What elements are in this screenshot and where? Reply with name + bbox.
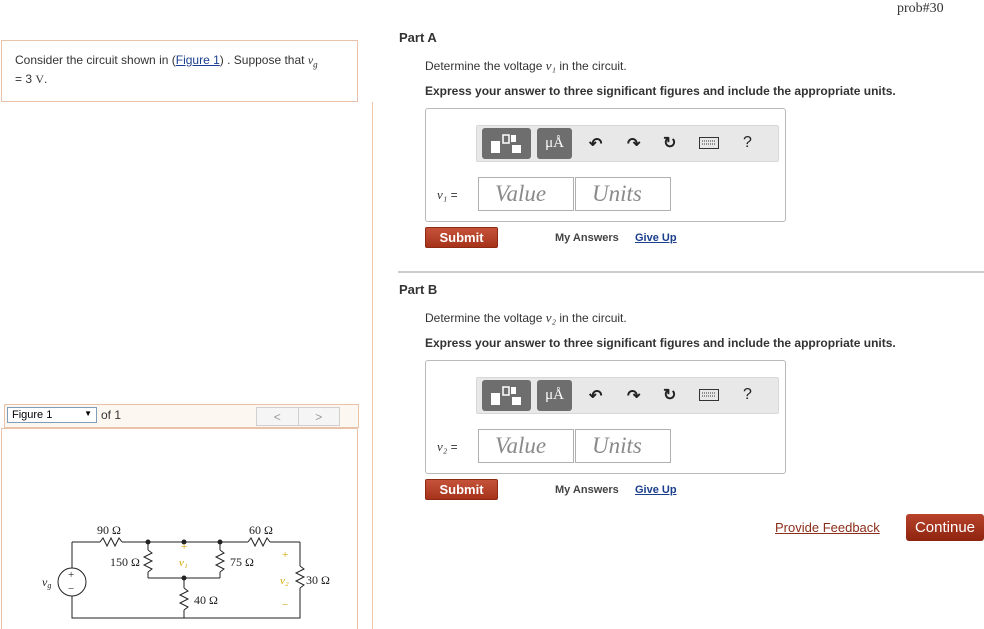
part-b-question-var: v₂ <box>545 310 557 325</box>
intro-period: . <box>44 72 48 87</box>
reset-icon[interactable]: ↻ <box>663 133 676 153</box>
redo-icon[interactable]: ↷ <box>627 134 640 154</box>
part-a-my-answers[interactable]: My Answers <box>555 232 619 244</box>
part-b-eq: = <box>447 440 458 454</box>
part-a-title: Part A <box>399 30 437 45</box>
part-b-submit-button[interactable]: Submit <box>425 479 498 500</box>
part-a-question: Determine the voltage v₁ in the circuit. <box>425 58 627 74</box>
resistor-75-label: 75 Ω <box>230 555 254 569</box>
part-a-units-input[interactable]: Units <box>575 177 671 211</box>
part-b-title: Part B <box>399 282 438 297</box>
intro-text-after: ) . Suppose that <box>219 53 308 67</box>
source-label: vg <box>42 575 51 590</box>
part-b-toolbar: μÅ ↶ ↷ ↻ ? <box>476 377 779 414</box>
v2-minus: − <box>282 599 288 611</box>
part-b-value-input[interactable]: Value <box>478 429 574 463</box>
part-a-question-var: v₁ <box>545 58 557 73</box>
v2-plus: + <box>282 549 288 561</box>
resistor-60-label: 60 Ω <box>249 523 273 537</box>
figure-link[interactable]: Figure 1 <box>176 53 220 67</box>
part-a-submit-button[interactable]: Submit <box>425 227 498 248</box>
resistor-30-label: 30 Ω <box>306 573 330 587</box>
intro-value: = 3 <box>15 72 36 87</box>
part-b-answer-box: μÅ ↶ ↷ ↻ ? v₂ = Value Units <box>425 360 786 474</box>
help-icon[interactable]: ? <box>743 134 752 152</box>
part-b-my-answers[interactable]: My Answers <box>555 484 619 496</box>
part-a-give-up[interactable]: Give Up <box>635 232 677 244</box>
units-button[interactable]: μÅ <box>537 128 572 159</box>
part-a-value-input[interactable]: Value <box>478 177 574 211</box>
resistor-40-label: 40 Ω <box>194 593 218 607</box>
part-b-units-input[interactable]: Units <box>575 429 671 463</box>
undo-icon[interactable]: ↶ <box>589 134 602 154</box>
next-figure-button[interactable]: > <box>297 408 340 425</box>
template-glyph <box>490 385 521 405</box>
circuit-diagram: 90 Ω 60 Ω 150 Ω 75 Ω 40 Ω 30 Ω vg + − + … <box>42 523 330 619</box>
units-button[interactable]: μÅ <box>537 380 572 411</box>
v1-plus: + <box>181 541 187 553</box>
redo-icon[interactable]: ↷ <box>627 386 640 406</box>
figure-select-value: Figure 1 <box>12 409 53 421</box>
intro-text: Consider the circuit shown in ( <box>15 53 176 67</box>
template-icon[interactable] <box>482 380 531 411</box>
template-icon[interactable] <box>482 128 531 159</box>
part-separator <box>398 271 984 273</box>
template-glyph <box>490 133 521 153</box>
part-a-question-end: in the circuit. <box>556 59 627 73</box>
figure-count: of 1 <box>101 408 122 422</box>
source-plus: + <box>68 569 74 581</box>
part-a-toolbar: μÅ ↶ ↷ ↻ ? <box>476 125 779 162</box>
help-icon[interactable]: ? <box>743 386 752 404</box>
figure-select[interactable]: Figure 1 ▼ <box>7 407 97 423</box>
part-b-instructions: Express your answer to three significant… <box>425 336 896 350</box>
intro-unit: V <box>35 72 45 87</box>
keyboard-icon[interactable] <box>699 136 719 154</box>
part-b-var: v₂ <box>437 439 448 454</box>
part-b-give-up[interactable]: Give Up <box>635 484 677 496</box>
reset-icon[interactable]: ↻ <box>663 385 676 405</box>
resistor-150-label: 150 Ω <box>110 555 140 569</box>
resistor-90-label: 90 Ω <box>97 523 121 537</box>
part-a-instructions: Express your answer to three significant… <box>425 84 896 98</box>
keyboard-glyph <box>699 389 719 401</box>
part-a-var: v₁ <box>437 187 448 202</box>
v2-label: v₂ <box>280 575 289 587</box>
undo-icon[interactable]: ↶ <box>589 386 602 406</box>
provide-feedback-link[interactable]: Provide Feedback <box>775 520 880 535</box>
keyboard-glyph <box>699 137 719 149</box>
part-a-var-label: v₁ = <box>437 187 458 203</box>
intro-var-sub: g <box>313 59 318 70</box>
part-a-answer-box: μÅ ↶ ↷ ↻ ? v₁ = Value Units <box>425 108 786 222</box>
problem-intro: Consider the circuit shown in (Figure 1)… <box>1 40 358 102</box>
part-a-eq: = <box>447 188 458 202</box>
source-minus: − <box>68 583 74 595</box>
figure-pager: < > <box>256 407 340 426</box>
part-b-var-label: v₂ = <box>437 439 458 455</box>
continue-button[interactable]: Continue <box>906 514 984 541</box>
part-b-question: Determine the voltage v₂ in the circuit. <box>425 310 627 326</box>
part-a-question-text: Determine the voltage <box>425 59 546 73</box>
keyboard-icon[interactable] <box>699 388 719 406</box>
v1-label: v₁ <box>179 557 188 569</box>
problem-id: prob#30 <box>897 1 944 16</box>
part-b-question-end: in the circuit. <box>556 311 627 325</box>
dropdown-arrow-icon: ▼ <box>84 409 92 418</box>
part-b-question-text: Determine the voltage <box>425 311 546 325</box>
prev-figure-button[interactable]: < <box>257 408 298 425</box>
